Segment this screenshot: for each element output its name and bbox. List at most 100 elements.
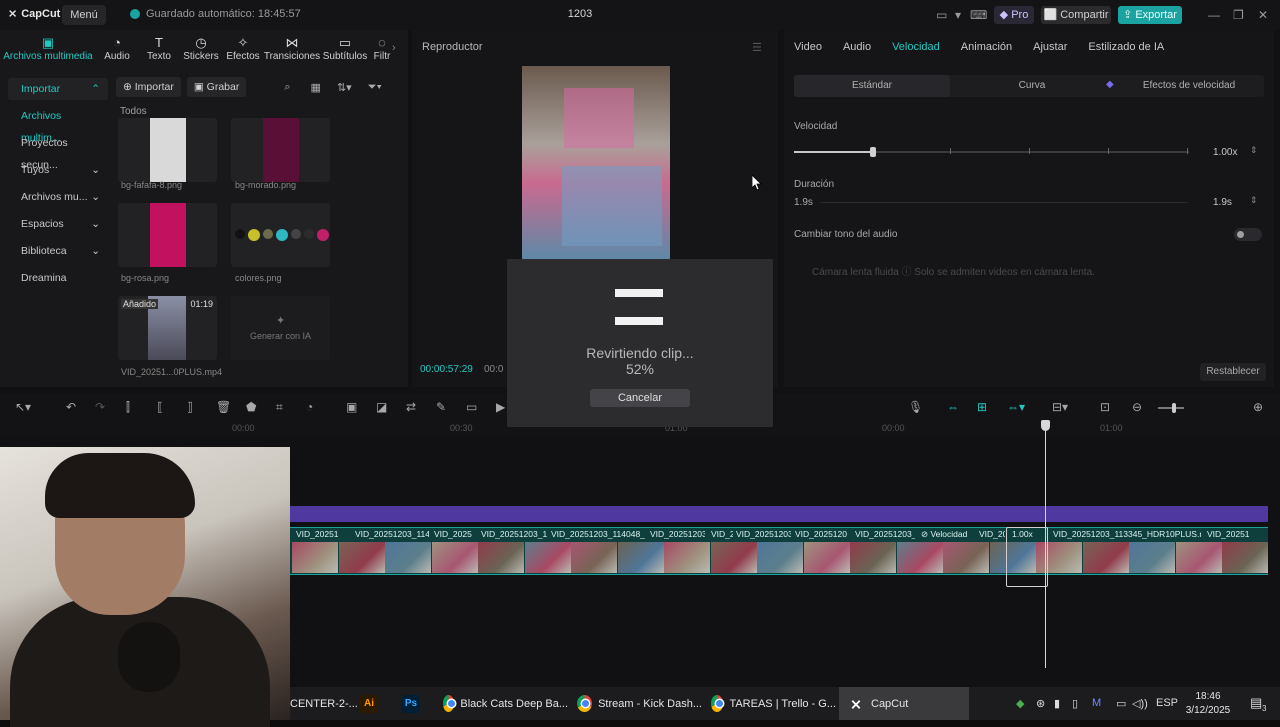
tab-adjust[interactable]: Ajustar xyxy=(1033,41,1067,53)
clip-label[interactable]: VID_20251203 xyxy=(736,529,791,539)
link-icon[interactable]: ⇔ xyxy=(947,400,959,414)
tab-media[interactable]: ▣ Archivos multimedia xyxy=(0,30,96,68)
media-tile-bg-rosa[interactable] xyxy=(118,203,217,267)
split-left-icon[interactable]: ⟦ xyxy=(157,400,163,414)
tab-subtitles[interactable]: ▭ Subtítulos xyxy=(320,30,370,68)
audio-track-bar[interactable] xyxy=(290,506,1268,522)
notifications-icon[interactable]: ▤ xyxy=(1250,695,1262,711)
taskbar-item-illustrator[interactable]: Ai xyxy=(360,687,384,720)
grid-view-icon[interactable]: ▦ xyxy=(311,81,321,94)
zoom-slider[interactable] xyxy=(1158,403,1184,413)
preview-axis-icon[interactable]: ⊟▾ xyxy=(1052,400,1068,414)
language-indicator[interactable]: ESP xyxy=(1156,697,1178,709)
shortcuts-icon[interactable]: ⌨ xyxy=(970,8,987,22)
speed-slider-knob[interactable] xyxy=(870,147,876,157)
record-button[interactable]: ▣ Grabar xyxy=(186,77,247,97)
search-icon[interactable]: ⌕ xyxy=(284,81,290,94)
speed-slider[interactable] xyxy=(794,147,1189,157)
close-icon[interactable]: ✕ xyxy=(1258,8,1268,22)
tab-ai-style[interactable]: Estilizado de IA xyxy=(1088,41,1164,53)
undo-icon[interactable]: ↶ xyxy=(66,400,76,414)
clip-label[interactable]: ⊘ Velocidad xyxy=(921,529,975,540)
select-tool-icon[interactable]: ↖▾ xyxy=(15,400,31,414)
media-tile-video[interactable]: Añadido 01:19 xyxy=(118,296,217,360)
sidebar-item-yours[interactable]: Tuyos ⌄ xyxy=(8,159,108,181)
duration-value[interactable]: 1.9s xyxy=(1213,197,1232,208)
export-button[interactable]: ⇪ Exportar xyxy=(1118,6,1182,24)
tab-animation[interactable]: Animación xyxy=(961,41,1012,53)
tab-effects[interactable]: ✧ Efectos xyxy=(222,30,264,68)
sidebar-item-media-files[interactable]: Archivos mu... ⌄ xyxy=(8,186,108,208)
taskbar-item-chrome-blackcats[interactable]: Black Cats Deep Ba... xyxy=(443,687,568,720)
sidebar-item-spaces[interactable]: Espacios ⌄ xyxy=(8,213,108,235)
zoom-knob[interactable] xyxy=(1172,403,1176,413)
taskbar-clock[interactable]: 18:46 3/12/2025 xyxy=(1183,690,1233,718)
split-icon[interactable]: ⫿ xyxy=(126,400,130,415)
restore-icon[interactable]: ❐ xyxy=(1233,8,1244,22)
volume-icon[interactable]: ◁)) xyxy=(1132,697,1148,710)
tab-video[interactable]: Video xyxy=(794,41,822,53)
sidebar-item-subprojects[interactable]: Proyectos secun... xyxy=(8,132,108,171)
taskbar-item-center[interactable]: CENTER-2-... xyxy=(290,687,358,720)
media-tile-bg-fafafa[interactable] xyxy=(118,118,217,182)
steam-icon[interactable]: ⊛ xyxy=(1036,697,1045,710)
speed-value[interactable]: 1.00x xyxy=(1213,147,1237,158)
microphone-icon[interactable]: 🎙 xyxy=(908,400,923,414)
media-tile-colores[interactable] xyxy=(231,203,330,267)
marker-icon[interactable]: ⬟ xyxy=(246,400,256,414)
chevron-down-icon[interactable]: ▾ xyxy=(955,8,961,22)
caption-icon[interactable]: ⊡ xyxy=(1100,400,1110,414)
clip-label[interactable]: VID_20251203 xyxy=(650,529,705,539)
tab-speed[interactable]: Velocidad xyxy=(892,41,940,53)
freeze-icon[interactable]: ▣ xyxy=(346,400,357,414)
stepper-icon[interactable]: ⇕ xyxy=(1250,195,1258,206)
reset-button[interactable]: Restablecer xyxy=(1200,363,1266,381)
subtitle-icon[interactable]: ▭ xyxy=(466,400,477,414)
sidebar-item-import[interactable]: Importar ⌃ xyxy=(8,78,108,100)
speed-icon[interactable]: ◔ xyxy=(306,400,313,414)
sidebar-item-media[interactable]: Archivos multim... xyxy=(8,105,108,144)
generate-ai-tile[interactable]: ✦ Generar con IA xyxy=(231,296,330,360)
play-icon[interactable]: ▶ xyxy=(496,400,505,414)
delete-icon[interactable]: 🗑 xyxy=(216,400,231,414)
redo-icon[interactable]: ↷ xyxy=(95,400,105,414)
reverse-icon[interactable]: ⇄ xyxy=(406,400,416,414)
media-tile-bg-morado[interactable] xyxy=(231,118,330,182)
clip-label[interactable]: VID_20251203_114048_H xyxy=(551,529,645,539)
tab-transitions[interactable]: ⋈ Transiciones xyxy=(264,30,320,68)
magnet-icon[interactable]: ⊞ xyxy=(977,400,987,414)
stepper-icon[interactable]: ⇕ xyxy=(1250,145,1258,156)
sidebar-item-library[interactable]: Biblioteca ⌄ xyxy=(8,240,108,262)
battery-icon[interactable]: ▭ xyxy=(1116,697,1126,710)
tab-stickers[interactable]: ◷ Stickers xyxy=(180,30,222,68)
tab-audio[interactable]: Audio xyxy=(843,41,871,53)
crop-icon[interactable]: ⌗ xyxy=(276,400,283,415)
sidebar-item-dreamina[interactable]: Dreamina xyxy=(8,267,108,289)
clip-label[interactable]: VID_20 xyxy=(979,529,1005,539)
pitch-toggle[interactable] xyxy=(1234,228,1262,241)
app-tray-icon[interactable]: ◆ xyxy=(1016,697,1024,710)
tab-text[interactable]: T Texto xyxy=(138,30,180,68)
clip-label[interactable]: VID_20251 xyxy=(1207,529,1267,539)
clip-label[interactable]: VID_20251 xyxy=(296,529,352,539)
taskbar-item-chrome-trello[interactable]: TAREAS | Trello - G... xyxy=(711,687,836,720)
taskbar-item-chrome-kick[interactable]: Stream - Kick Dash... xyxy=(577,687,702,720)
playhead[interactable] xyxy=(1045,420,1046,668)
filter-icon[interactable]: ⏷▾ xyxy=(368,81,382,94)
clip-label[interactable]: VID_20251203_1 xyxy=(481,529,547,539)
usb-icon[interactable]: ▮ xyxy=(1054,697,1060,710)
display-icon[interactable]: ▯ xyxy=(1072,697,1078,710)
chevron-right-icon[interactable]: › xyxy=(392,42,396,54)
tab-filters[interactable]: ◌ Filtr xyxy=(370,30,394,68)
taskbar-item-photoshop[interactable]: Ps xyxy=(402,687,426,720)
tab-audio[interactable]: ◔ Audio xyxy=(96,30,138,68)
clip-label[interactable]: VID_20251203_1 xyxy=(855,529,915,539)
project-title[interactable]: 1203 xyxy=(560,8,600,20)
zoom-out-icon[interactable]: ⊖ xyxy=(1132,400,1142,414)
clip-label[interactable]: VID_20251203_1140 xyxy=(355,529,429,539)
snap-icon[interactable]: ⇔▾ xyxy=(1007,400,1025,414)
share-button[interactable]: ⬜ Compartir xyxy=(1041,6,1111,24)
mirror-icon[interactable]: ◪ xyxy=(376,400,387,414)
clip-label[interactable]: VID_2 xyxy=(711,529,733,539)
menu-lines-icon[interactable]: ☰ xyxy=(752,41,762,54)
